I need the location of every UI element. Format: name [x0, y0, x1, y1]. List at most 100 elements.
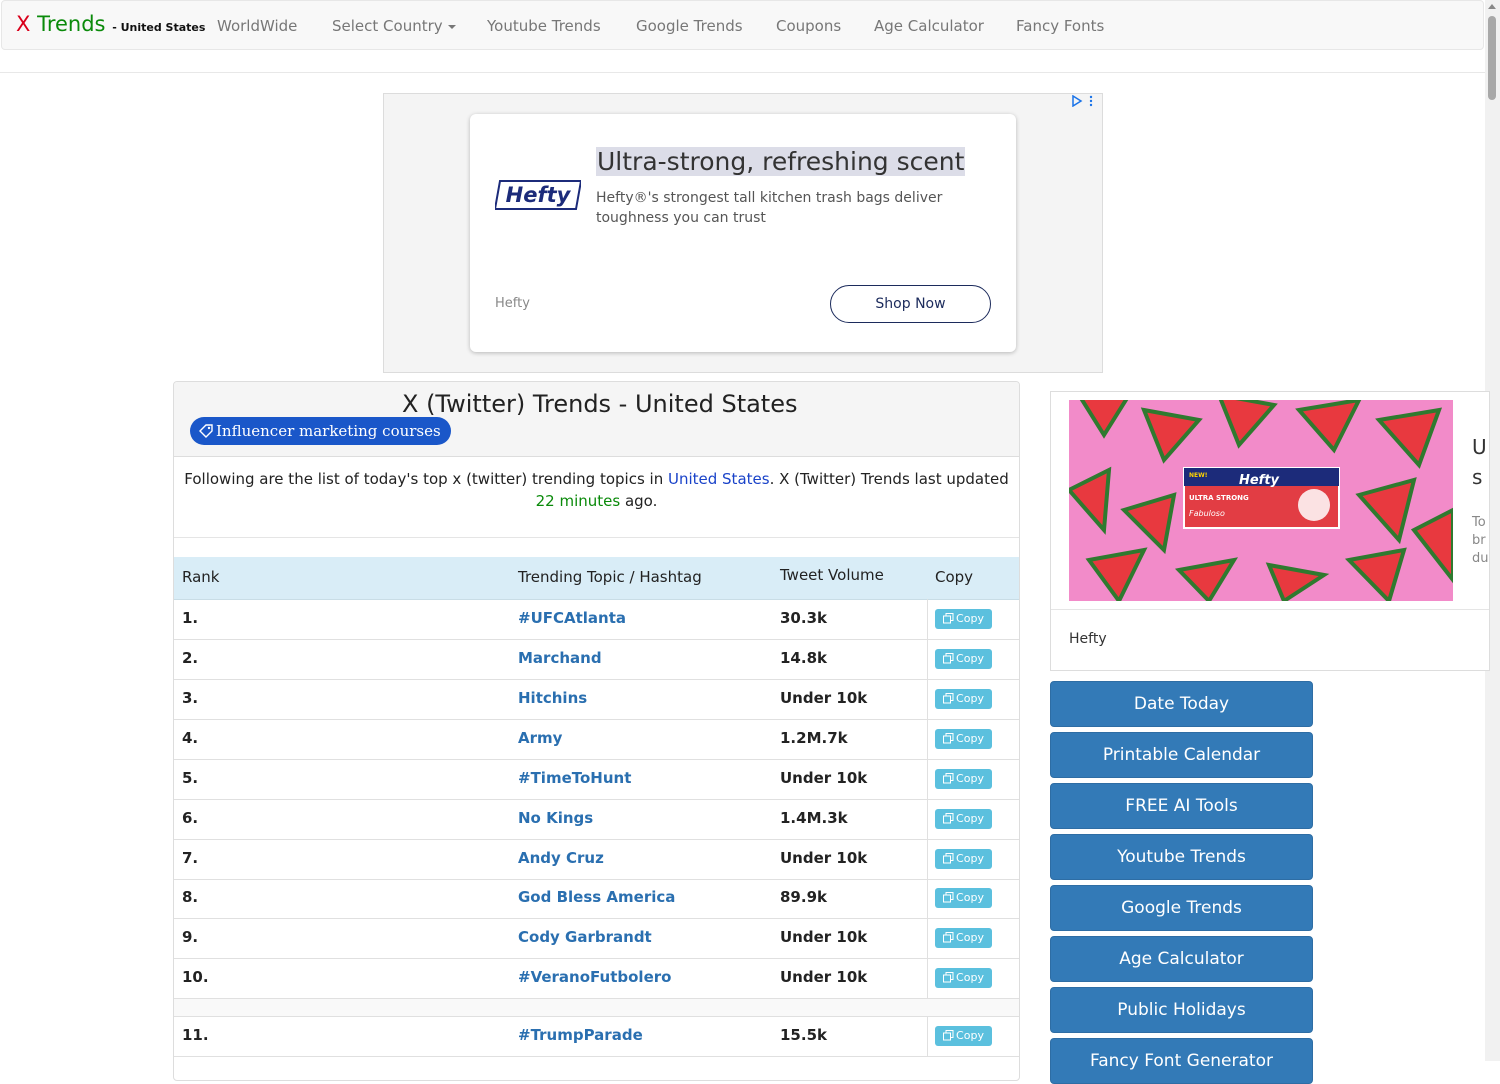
- volume-cell: Under 10k: [780, 689, 868, 707]
- sidebar-button-printable-calendar[interactable]: Printable Calendar: [1050, 732, 1313, 778]
- copy-icon: [943, 693, 954, 704]
- brand-country: - United States: [112, 21, 206, 34]
- sidebar-button-youtube-trends[interactable]: Youtube Trends: [1050, 834, 1313, 880]
- copy-button[interactable]: Copy: [935, 609, 992, 629]
- table-row: 3. Hitchins Under 10k Copy: [174, 679, 1019, 720]
- topic-link[interactable]: Andy Cruz: [518, 849, 604, 867]
- brand-logo[interactable]: X Trends - United States: [16, 12, 205, 36]
- table-row: 2. Marchand 14.8k Copy: [174, 639, 1019, 680]
- copy-icon: [943, 773, 954, 784]
- rank-cell: 3.: [182, 689, 199, 707]
- topic-link[interactable]: Hitchins: [518, 689, 587, 707]
- sidebar-button-free-ai-tools[interactable]: FREE AI Tools: [1050, 783, 1313, 829]
- intro-text: Following are the list of today's top x …: [174, 468, 1019, 512]
- table-row: 9. Cody Garbrandt Under 10k Copy: [174, 918, 1019, 959]
- volume-cell: 89.9k: [780, 888, 827, 906]
- topic-link[interactable]: #UFCAtlanta: [518, 609, 626, 627]
- chevron-down-icon: [447, 24, 456, 29]
- copy-label: Copy: [956, 891, 984, 904]
- copy-icon: [943, 653, 954, 664]
- sidebar-ad[interactable]: NEW! Hefty ULTRA STRONG Fabuloso U s To …: [1050, 391, 1490, 671]
- copy-button[interactable]: Copy: [935, 968, 992, 988]
- tag-icon: [199, 424, 213, 438]
- influencer-courses-label: Influencer marketing courses: [216, 422, 441, 440]
- nav-age-calculator[interactable]: Age Calculator: [874, 17, 984, 35]
- rank-cell: 2.: [182, 649, 199, 667]
- sidebar-ad-body: To br du: [1472, 514, 1489, 568]
- sidebar-ad-body-2: br: [1472, 533, 1486, 548]
- copy-button[interactable]: Copy: [935, 1026, 992, 1046]
- ad-brand: Hefty: [495, 296, 530, 311]
- sidebar-ad-body-1: To: [1472, 515, 1486, 530]
- rank-cell: 6.: [182, 809, 199, 827]
- topic-link[interactable]: Marchand: [518, 649, 602, 667]
- volume-cell: Under 10k: [780, 769, 868, 787]
- rank-cell: 7.: [182, 849, 199, 867]
- sidebar-button-age-calculator[interactable]: Age Calculator: [1050, 936, 1313, 982]
- sidebar-button-google-trends[interactable]: Google Trends: [1050, 885, 1313, 931]
- column-separator: [927, 1016, 928, 1056]
- ad-headline[interactable]: Ultra-strong, refreshing scent: [596, 147, 966, 176]
- nav-select-country[interactable]: Select Country: [332, 17, 456, 35]
- table-row: 8. God Bless America 89.9k Copy: [174, 878, 1019, 919]
- col-topic: Trending Topic / Hashtag: [518, 568, 702, 586]
- pack-badge: NEW!: [1189, 472, 1207, 479]
- column-separator: [927, 639, 928, 679]
- shop-now-button[interactable]: Shop Now: [830, 285, 991, 323]
- sidebar-button-date-today[interactable]: Date Today: [1050, 681, 1313, 727]
- nav-google-trends[interactable]: Google Trends: [636, 17, 743, 35]
- col-copy: Copy: [935, 568, 974, 586]
- table-header: Rank Trending Topic / Hashtag Tweet Volu…: [174, 557, 1019, 600]
- copy-button[interactable]: Copy: [935, 888, 992, 908]
- table-row: 6. No Kings 1.4M.3k Copy: [174, 799, 1019, 840]
- topic-link[interactable]: Army: [518, 729, 562, 747]
- nav-worldwide[interactable]: WorldWide: [217, 17, 297, 35]
- topic-link[interactable]: Cody Garbrandt: [518, 928, 652, 946]
- copy-label: Copy: [956, 931, 984, 944]
- nav-youtube-trends[interactable]: Youtube Trends: [487, 17, 601, 35]
- sidebar-ad-divider: [1051, 609, 1489, 610]
- sidebar-ad-headline-1: U: [1472, 435, 1487, 459]
- sidebar-ad-body-3: du: [1472, 551, 1489, 566]
- hefty-logo-text: Hefty: [506, 183, 572, 207]
- topic-link[interactable]: #TrumpParade: [518, 1026, 643, 1044]
- topic-link[interactable]: No Kings: [518, 809, 593, 827]
- top-navbar: X Trends - United States WorldWide Selec…: [1, 0, 1484, 50]
- volume-cell: 1.4M.3k: [780, 809, 848, 827]
- copy-button[interactable]: Copy: [935, 649, 992, 669]
- copy-button[interactable]: Copy: [935, 928, 992, 948]
- copy-button[interactable]: Copy: [935, 729, 992, 749]
- column-separator: [927, 918, 928, 958]
- copy-button[interactable]: Copy: [935, 809, 992, 829]
- copy-button[interactable]: Copy: [935, 849, 992, 869]
- copy-button[interactable]: Copy: [935, 689, 992, 709]
- copy-button[interactable]: Copy: [935, 769, 992, 789]
- nav-fancy-fonts[interactable]: Fancy Fonts: [1016, 17, 1104, 35]
- volume-cell: Under 10k: [780, 928, 868, 946]
- table-row: 1. #UFCAtlanta 30.3k Copy: [174, 599, 1019, 640]
- pack-line1: ULTRA STRONG: [1189, 494, 1249, 502]
- volume-cell: 14.8k: [780, 649, 827, 667]
- sidebar-button-public-holidays[interactable]: Public Holidays: [1050, 987, 1313, 1033]
- rank-cell: 10.: [182, 968, 209, 986]
- topic-link[interactable]: #TimeToHunt: [518, 769, 631, 787]
- scrollbar-thumb[interactable]: [1488, 16, 1496, 100]
- topic-link[interactable]: #VeranoFutbolero: [518, 968, 671, 986]
- copy-label: Copy: [956, 812, 984, 825]
- copy-label: Copy: [956, 652, 984, 665]
- ad-choices-icon[interactable]: [1071, 94, 1093, 110]
- copy-label: Copy: [956, 612, 984, 625]
- scroll-up-icon[interactable]: [1488, 4, 1496, 9]
- column-separator: [927, 679, 928, 719]
- brand-x: X: [16, 12, 31, 36]
- top-ad-card[interactable]: Hefty Ultra-strong, refreshing scent Hef…: [470, 114, 1016, 352]
- page-title: X (Twitter) Trends - United States: [402, 390, 798, 418]
- copy-icon: [943, 972, 954, 983]
- intro-part-c: ago.: [620, 492, 658, 510]
- nav-coupons[interactable]: Coupons: [776, 17, 841, 35]
- copy-label: Copy: [956, 692, 984, 705]
- influencer-courses-link[interactable]: Influencer marketing courses: [190, 417, 451, 445]
- sidebar-button-fancy-font-generator[interactable]: Fancy Font Generator: [1050, 1038, 1313, 1084]
- intro-country-link[interactable]: United States: [668, 470, 770, 488]
- topic-link[interactable]: God Bless America: [518, 888, 675, 906]
